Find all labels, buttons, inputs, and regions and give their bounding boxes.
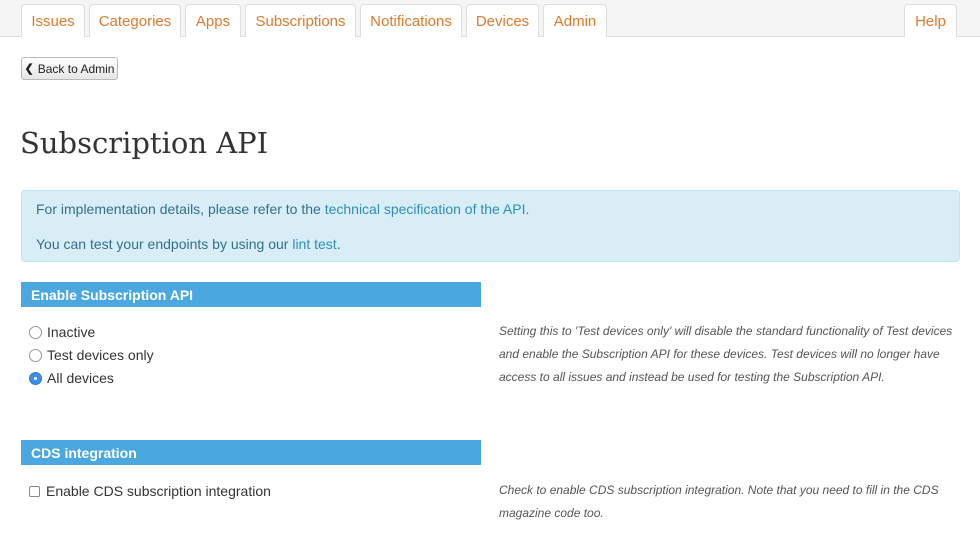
cds-enable-option[interactable]: Enable CDS subscription integration [29, 483, 271, 499]
radio-all-devices[interactable] [29, 371, 42, 385]
cds-integration-header: CDS integration [21, 440, 481, 465]
info-alert: For implementation details, please refer… [21, 190, 960, 262]
info-text: For implementation details, please refer… [36, 201, 325, 217]
info-line-spec: For implementation details, please refer… [36, 201, 529, 217]
back-button-label: Back to Admin [37, 61, 115, 76]
radio-inactive[interactable] [29, 325, 42, 339]
tab-issues[interactable]: Issues [21, 4, 85, 37]
radio-test-devices-only[interactable] [29, 348, 42, 362]
tab-notifications[interactable]: Notifications [360, 4, 462, 37]
top-nav-bar: Issues Categories Apps Subscriptions Not… [0, 0, 980, 37]
tab-devices[interactable]: Devices [466, 4, 539, 37]
option-test-devices-only[interactable]: Test devices only [29, 347, 154, 363]
page-title: Subscription API [20, 126, 269, 160]
option-all-devices[interactable]: All devices [29, 370, 114, 386]
info-line-lint: You can test your endpoints by using our… [36, 236, 341, 252]
tab-categories[interactable]: Categories [89, 4, 181, 37]
tab-help[interactable]: Help [904, 4, 957, 37]
lint-test-link[interactable]: lint test [292, 236, 336, 252]
chevron-left-icon: ❮ [24, 63, 34, 75]
cds-help-text: Check to enable CDS subscription integra… [499, 483, 939, 520]
enable-subscription-api-header: Enable Subscription API [21, 282, 481, 307]
option-inactive[interactable]: Inactive [29, 324, 95, 340]
back-to-admin-button[interactable]: ❮ Back to Admin [21, 57, 118, 80]
tab-admin[interactable]: Admin [543, 4, 607, 37]
api-spec-link[interactable]: technical specification of the API [325, 201, 526, 217]
checkbox-label: Enable CDS subscription integration [46, 483, 271, 499]
tab-apps[interactable]: Apps [185, 4, 241, 37]
info-text: You can test your endpoints by using our [36, 236, 293, 252]
option-label: Inactive [47, 324, 96, 340]
option-label: All devices [47, 370, 114, 386]
option-label: Test devices only [47, 347, 154, 363]
enable-api-help-text: Setting this to 'Test devices only' will… [499, 324, 953, 384]
info-text: . [525, 201, 530, 217]
cds-enable-checkbox[interactable] [29, 485, 40, 497]
tab-subscriptions[interactable]: Subscriptions [245, 4, 356, 37]
info-text: . [336, 236, 341, 252]
